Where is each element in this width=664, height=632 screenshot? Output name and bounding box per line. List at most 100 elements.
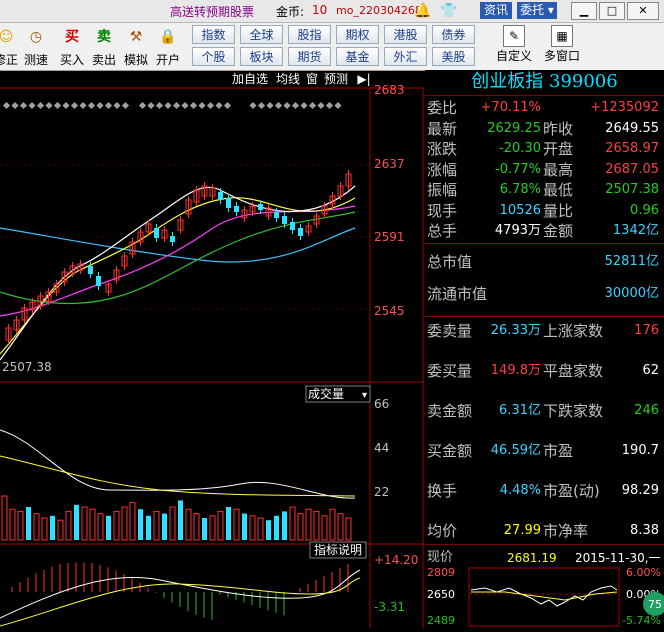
maximize-icon: □ [606, 4, 618, 17]
nav-global[interactable]: 全球 [240, 25, 283, 44]
nav-us-stocks[interactable]: 美股 [432, 47, 475, 66]
quote-value: 1342亿 [612, 223, 659, 238]
candle-down[interactable] [290, 222, 295, 230]
kline-chart[interactable]: 2683 2637 2591 2545 2507.38 成交量 ▾ 66 44 22 指标说明 +14… [0, 70, 424, 628]
volume-bar-down[interactable] [162, 513, 167, 540]
bell-icon[interactable]: 🔔 [414, 2, 432, 20]
divider [425, 243, 664, 244]
depth-value: 4.48% [499, 483, 541, 498]
volume-bar-down[interactable] [138, 509, 143, 540]
speed-test-label: 测速 [23, 53, 48, 67]
quote-value: -20.30 [499, 141, 541, 156]
depth-label: 委卖量 [427, 322, 473, 340]
quote-label: 涨跌 [427, 140, 458, 158]
candle-down[interactable] [96, 276, 101, 286]
clock-icon: ◷ [29, 29, 43, 45]
market-cap-label: 总市值 [427, 253, 473, 271]
multi-window-button[interactable]: ▦ 多窗口 [540, 25, 584, 64]
quote-label: 昨收 [543, 119, 574, 138]
moving-average-button[interactable]: 均线 [276, 71, 300, 88]
open-account-button[interactable]: 🔒 开户 [154, 25, 182, 68]
indicator-label: 指标说明 [314, 542, 362, 557]
divider [425, 95, 664, 96]
news-button[interactable]: 资讯 [480, 2, 512, 19]
volume-bar-down[interactable] [202, 518, 207, 540]
trade-dropdown[interactable]: 委托 ▾ [517, 2, 557, 19]
shirt-icon[interactable]: 👕 [440, 2, 458, 20]
candle-down[interactable] [282, 216, 287, 224]
nav-options[interactable]: 期权 [336, 25, 379, 44]
depth-value: 26.33万 [490, 323, 541, 338]
speed-test-button[interactable]: ◷ 测速 [22, 25, 50, 68]
forecast-button[interactable]: 预测 [324, 71, 348, 88]
buy-button[interactable]: 买 买入 [58, 25, 86, 68]
chevron-down-icon[interactable]: ▾ [362, 390, 367, 401]
quote-label: 最低 [543, 181, 574, 199]
maximize-button[interactable]: □ [599, 2, 625, 20]
candle-down[interactable] [170, 236, 175, 242]
candle-down[interactable] [274, 212, 279, 218]
nav-hk-stocks[interactable]: 港股 [384, 25, 427, 44]
nav-sectors[interactable]: 板块 [240, 47, 283, 66]
quote-value: 2507.38 [605, 182, 659, 197]
volume-bar-down[interactable] [178, 500, 183, 540]
volume-bar-down[interactable] [282, 511, 287, 540]
candle-down[interactable] [218, 192, 223, 200]
volume-bar-down[interactable] [274, 515, 279, 540]
price-axis-label: 2637 [374, 157, 405, 171]
quote-value: 2629.25 [487, 120, 541, 136]
depth-value: 149.8万 [490, 363, 541, 378]
windows-icon: ▦ [551, 25, 573, 47]
volume-bar-down[interactable] [26, 507, 31, 540]
nav-bonds[interactable]: 债券 [432, 25, 475, 44]
depth-label: 市净率 [543, 522, 589, 540]
mini-avg-line [471, 591, 618, 601]
candle-down[interactable] [298, 228, 303, 236]
quote-value: 2649.55 [605, 120, 659, 136]
window-button[interactable]: 窗 [306, 71, 318, 88]
candle-down[interactable] [258, 204, 263, 210]
add-watchlist-button[interactable]: 加自选 [232, 71, 268, 88]
market-cap-value: 30000亿 [604, 286, 659, 301]
volume-bar-down[interactable] [50, 515, 55, 540]
close-button[interactable]: ✕ [627, 2, 659, 20]
quote-value: 10526 [499, 202, 541, 218]
market-cap-label: 流通市值 [427, 285, 488, 303]
divider [425, 316, 664, 317]
custom-button[interactable]: ✎ 自定义 [492, 25, 536, 64]
nav-forex[interactable]: 外汇 [384, 47, 427, 66]
intraday-mini-chart[interactable]: 2809 2650 2489 6.00% 0.00% -5.74% 75 [425, 548, 664, 628]
collapse-panel-icon[interactable]: ▶| [356, 71, 372, 88]
nav-futures[interactable]: 期货 [288, 47, 331, 66]
candle-down[interactable] [154, 228, 159, 238]
volume-bar-down[interactable] [266, 520, 271, 540]
candle-down[interactable] [88, 266, 93, 274]
promo-link[interactable]: 高送转预期股票 [170, 3, 254, 20]
nav-index[interactable]: 指数 [192, 25, 235, 44]
simulate-button[interactable]: ⚒ 模拟 [122, 25, 150, 68]
minimize-button[interactable]: ▁ [571, 2, 597, 20]
nav-stocks[interactable]: 个股 [192, 47, 235, 66]
close-icon: ✕ [638, 4, 648, 17]
market-cap-value: 52811亿 [604, 254, 659, 269]
volume-bar-down[interactable] [226, 507, 231, 540]
kline-chart-area[interactable]: 2683 2637 2591 2545 2507.38 成交量 ▾ 66 44 22 指标说明 +14… [0, 70, 424, 628]
candle-down[interactable] [226, 198, 231, 208]
depth-label: 卖金额 [427, 402, 473, 420]
quote-label: 量比 [543, 201, 574, 220]
mini-high-label: 2809 [427, 566, 455, 579]
fix-button[interactable]: ☺ 修正 [0, 25, 20, 68]
nav-funds[interactable]: 基金 [336, 47, 379, 66]
mini-low-label: 2489 [427, 614, 455, 627]
volume-bar-down[interactable] [106, 515, 111, 540]
volume-bar-down[interactable] [146, 515, 151, 540]
sell-button[interactable]: 卖 卖出 [90, 25, 118, 68]
quote-label: 开盘 [543, 140, 574, 158]
nav-stock-index[interactable]: 股指 [288, 25, 331, 44]
volume-bar-down[interactable] [74, 504, 79, 540]
volume-bar-down[interactable] [242, 513, 247, 540]
minimize-icon: ▁ [579, 4, 589, 17]
candle-down[interactable] [234, 206, 239, 212]
quote-panel: 创业板指 399006 委比 +70.11% +1235092 最新 2629.25 昨收… [425, 70, 664, 628]
index-title: 创业板指 399006 [471, 71, 618, 92]
